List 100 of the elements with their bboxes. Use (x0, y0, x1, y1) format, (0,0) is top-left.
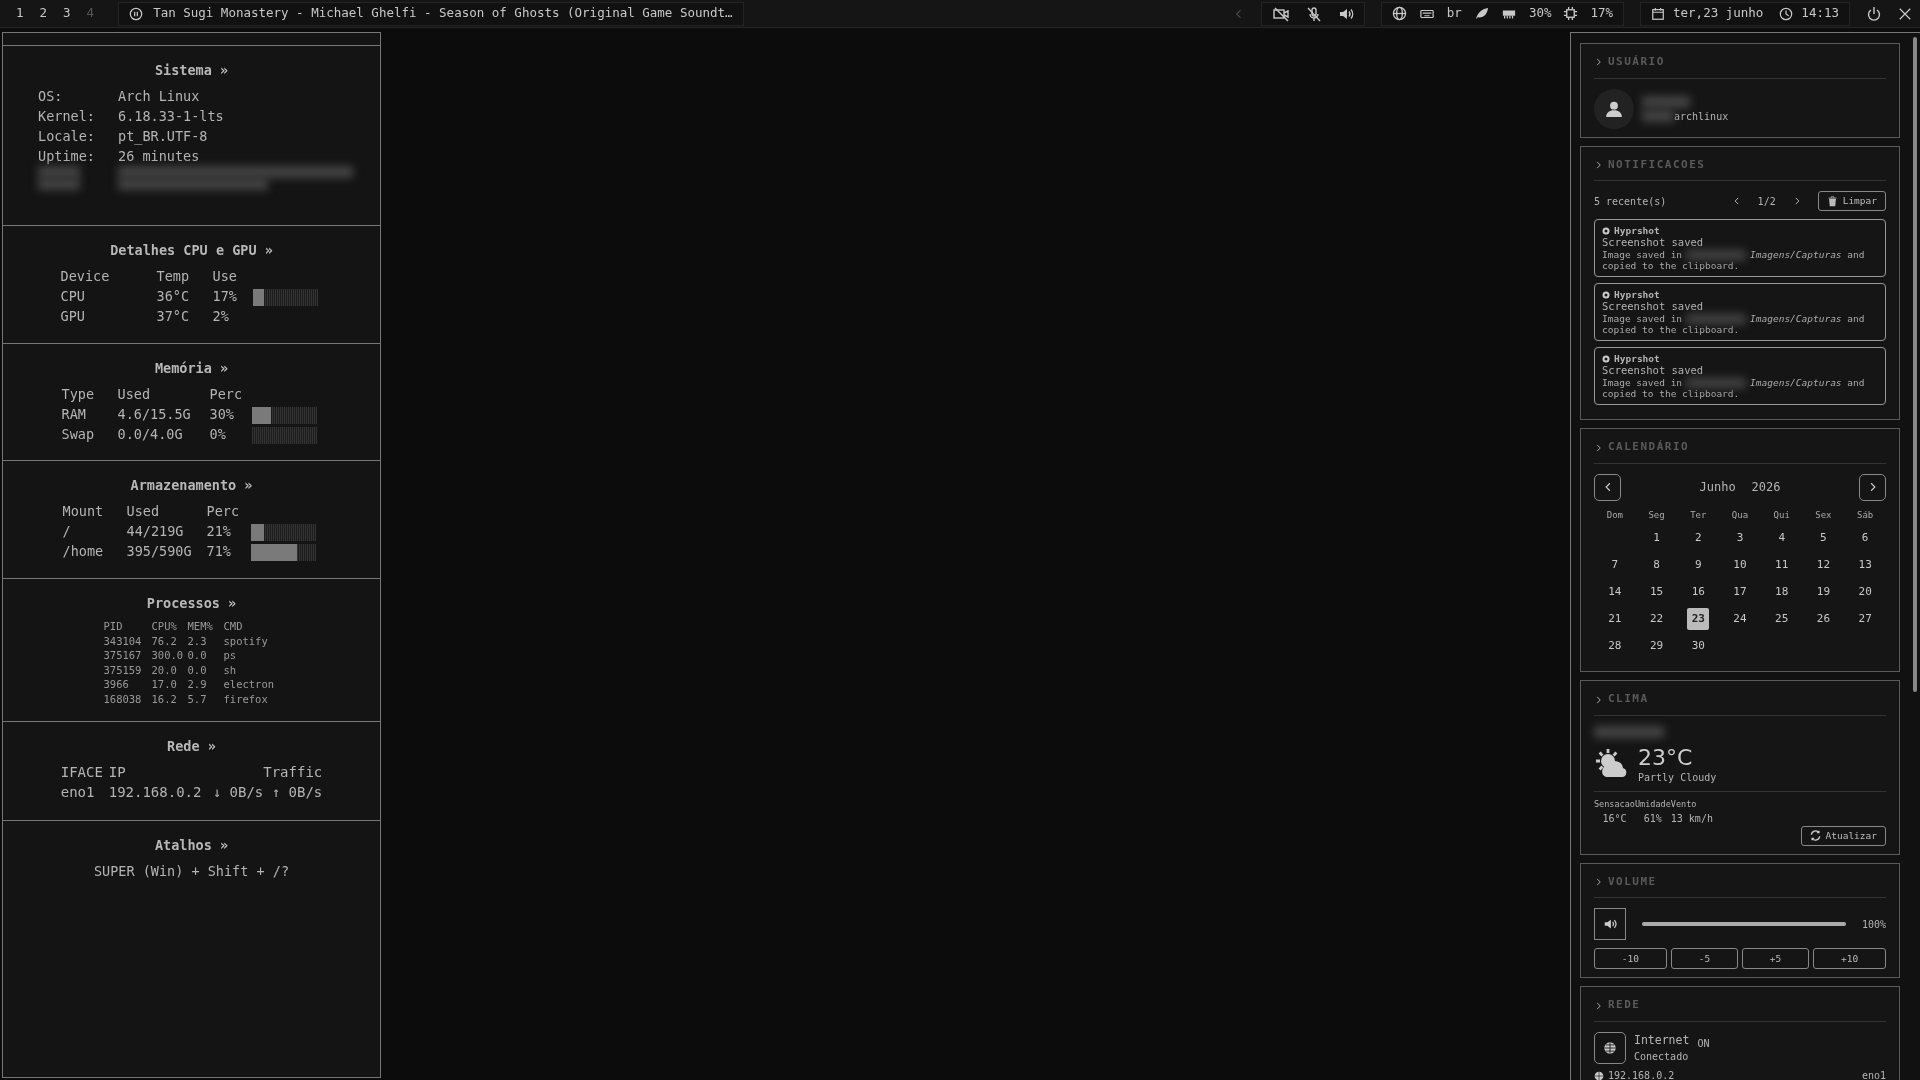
chevron-right-icon[interactable] (1594, 999, 1604, 1012)
calendar-day[interactable]: 20 (1854, 581, 1877, 604)
calendar-day[interactable]: 30 (1687, 635, 1710, 658)
media-player[interactable]: Tan Sugi Monastery - Michael Ghelfi - Season of Ghosts (Original Game Soundt… (118, 1, 744, 26)
calendar-day[interactable]: 19 (1812, 581, 1835, 604)
info-label: Uptime: (38, 147, 96, 167)
table-cell-text: 192.168.0.2 (108, 783, 203, 803)
globe-icon[interactable] (1391, 6, 1407, 21)
calendar-day[interactable]: 29 (1645, 635, 1668, 658)
weekday-label: Sáb (1856, 508, 1875, 522)
app-name: Hyprshot (1614, 289, 1660, 301)
weekday-label: Sex (1814, 508, 1833, 522)
microphone-off-icon[interactable] (1305, 5, 1322, 22)
calendar-day[interactable]: 24 (1729, 608, 1751, 631)
calendar-day[interactable]: 18 (1770, 581, 1793, 604)
volume-step-button[interactable]: -10 (1594, 948, 1667, 970)
weekday-label: Ter (1689, 508, 1708, 522)
temperature-text: 23°C (1638, 745, 1694, 770)
table-cell-text: 17.0 (151, 677, 178, 692)
chevron-right-icon[interactable] (1594, 693, 1604, 706)
calendar-day[interactable]: 17 (1729, 581, 1751, 604)
chevron-right-icon[interactable] (1594, 876, 1604, 888)
speaker-button[interactable] (1594, 908, 1626, 941)
calendar-day[interactable]: 7 (1603, 554, 1626, 577)
calendar-day[interactable]: 3 (1729, 527, 1751, 550)
calendar-day[interactable]: 13 (1854, 554, 1877, 577)
chevron-right-icon[interactable] (1594, 158, 1604, 171)
previous-month-button[interactable] (1594, 473, 1621, 501)
blurred-text (1594, 725, 1664, 738)
notification-card[interactable]: Hyprshot Screenshot saved Image saved in Imagens/Capturas and copied to the clipboard. (1594, 347, 1886, 406)
section-heading: VOLUME (1608, 873, 1657, 890)
notification-summary: Screenshot saved (1602, 300, 1705, 314)
clear-button[interactable]: Limpar (1817, 191, 1886, 212)
calendar-day[interactable]: 22 (1645, 608, 1668, 631)
calendar-day[interactable]: 25 (1770, 608, 1793, 631)
volume-step-button[interactable]: -5 (1670, 948, 1738, 970)
calendar-day[interactable]: 4 (1770, 527, 1793, 550)
calendar-day[interactable]: 15 (1645, 581, 1668, 604)
workspace-button[interactable]: 3 (55, 4, 79, 23)
globe-icon (1603, 1040, 1617, 1055)
volume-step-button[interactable]: +5 (1742, 948, 1810, 970)
volume-slider[interactable] (1642, 922, 1846, 927)
close-icon[interactable] (1898, 6, 1912, 21)
calendar-day[interactable]: 5 (1812, 527, 1835, 550)
calendar-day[interactable]: 28 (1603, 635, 1626, 658)
ip-address: 192.168.0.2 (1608, 1069, 1676, 1080)
dot-icon (1602, 226, 1610, 235)
column-header: IP (108, 763, 127, 783)
calendar-day[interactable]: 8 (1645, 554, 1668, 577)
keyboard-layout: br (1446, 4, 1462, 23)
calendar-day[interactable]: 26 (1812, 608, 1835, 631)
calendar-day[interactable]: 14 (1603, 581, 1626, 604)
info-value: pt_BR.UTF-8 (118, 127, 209, 147)
column-header: Type (61, 385, 95, 405)
workspace-button[interactable]: 1 (8, 4, 32, 23)
calendar-day[interactable]: 12 (1812, 554, 1835, 577)
power-icon[interactable] (1866, 5, 1882, 22)
section-title: Rede » (166, 737, 217, 756)
workspace-button[interactable]: 2 (31, 4, 56, 23)
calendar-icon (1651, 6, 1666, 21)
section-title: Sistema » (153, 61, 230, 80)
calendar-day[interactable]: 1 (1645, 527, 1668, 550)
clock-icon (1779, 6, 1794, 21)
table-cell-text: 2% (212, 307, 230, 327)
status-label: ON (1697, 1036, 1710, 1051)
shortcut-text: SUPER (Win) + Shift + /? (93, 863, 290, 880)
table-cell-text: spotify (223, 633, 269, 649)
table-cell-text: 375159 (103, 662, 143, 678)
table-cell-text: sh (223, 662, 238, 678)
calendar-day[interactable]: 2 (1687, 527, 1710, 550)
info-value: Arch Linux (118, 87, 201, 107)
calendar-day[interactable]: 23 (1687, 608, 1710, 631)
blurred-text (1686, 377, 1747, 388)
table-cell-text: ↓ 0B/s ↑ 0B/s (212, 783, 323, 803)
calendar-day[interactable]: 21 (1603, 608, 1626, 631)
volume-step-button[interactable]: +10 (1813, 948, 1886, 970)
calendar-day[interactable]: 16 (1687, 581, 1710, 604)
section-heading: CALENDÁRIO (1608, 439, 1690, 456)
table-cell-text: 0.0 (187, 662, 208, 678)
notification-card[interactable]: Hyprshot Screenshot saved Image saved in Imagens/Capturas and copied to the clipboard. (1594, 219, 1886, 278)
chevron-right-icon[interactable] (1594, 441, 1604, 454)
notification-card[interactable]: Hyprshot Screenshot saved Image saved in Imagens/Capturas and copied to the clipboard. (1594, 283, 1886, 342)
camera-off-icon[interactable] (1271, 5, 1290, 22)
stat-value: 61% (1642, 811, 1663, 826)
notification-text: Image saved in (1602, 249, 1683, 261)
section-title: Detalhes CPU e GPU » (109, 241, 274, 260)
column-header: Traffic (262, 763, 323, 783)
leaf-icon (1473, 6, 1489, 21)
table-cell-text: 0% (209, 425, 227, 445)
next-month-button[interactable] (1859, 473, 1886, 501)
calendar-day[interactable]: 10 (1729, 554, 1751, 577)
table-cell-text: CPU (60, 287, 86, 307)
refresh-button[interactable]: Atualizar (1800, 825, 1886, 846)
table-cell-text: 16.2 (151, 691, 178, 707)
calendar-day[interactable]: 11 (1770, 554, 1793, 577)
calendar-day[interactable]: 6 (1854, 527, 1877, 550)
table-cell-text: ps (223, 648, 238, 663)
calendar-day[interactable]: 27 (1854, 608, 1877, 631)
calendar-day[interactable]: 9 (1687, 554, 1710, 577)
table-cell-text: firefox (223, 691, 269, 707)
